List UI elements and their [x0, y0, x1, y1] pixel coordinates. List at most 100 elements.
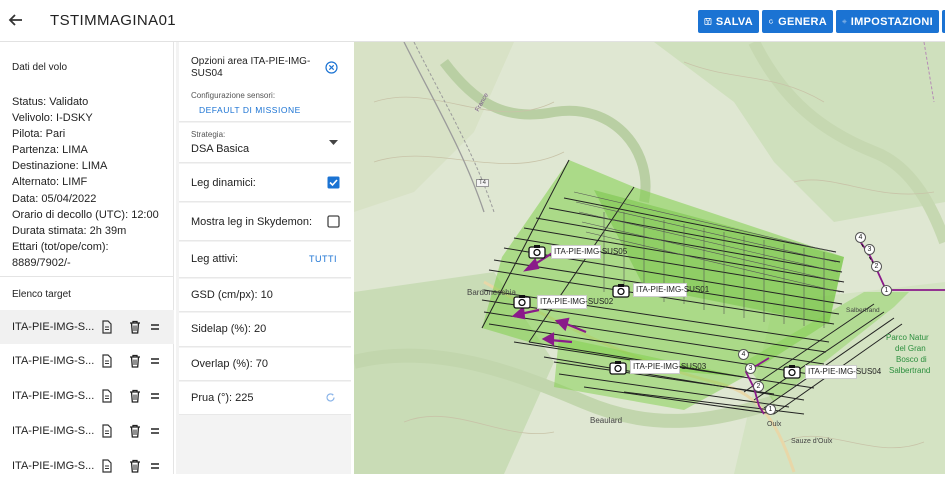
target-row[interactable]: ITA-PIE-IMG-S...	[0, 379, 174, 413]
active-legs-label: Leg attivi:	[191, 253, 239, 265]
drag-handle-icon[interactable]	[148, 320, 162, 334]
save-label: SALVA	[715, 15, 753, 28]
target-row[interactable]: ITA-PIE-IMG-S...	[0, 414, 174, 448]
waypoint-marker[interactable]: 2	[871, 261, 882, 272]
active-legs-row: Leg attivi: TUTTI	[179, 242, 351, 278]
gear-icon	[842, 19, 847, 24]
camera-icon[interactable]	[783, 364, 801, 379]
target-name: ITA-PIE-IMG-S...	[12, 321, 95, 333]
target-row[interactable]: ITA-PIE-IMG-S...	[0, 449, 174, 483]
road-label-t4: T4	[476, 179, 490, 187]
strategy-label: Strategia:	[191, 130, 226, 139]
document-icon[interactable]	[100, 424, 114, 438]
drag-handle-icon[interactable]	[148, 424, 162, 438]
sidelap-field[interactable]: Sidelap (%): 20	[179, 313, 351, 347]
area-label[interactable]: ITA-PIE-IMG-SUS04	[805, 365, 881, 379]
gsd-label: GSD (cm/px): 10	[191, 289, 273, 301]
map-view[interactable]: ITA-PIE-IMG-SUS05 ITA-PIE-IMG-SUS01 ITA-…	[354, 42, 945, 474]
camera-icon[interactable]	[609, 360, 627, 375]
place-label-oulx: Oulx	[767, 421, 782, 428]
flight-date: Data: 05/04/2022	[12, 192, 97, 205]
settings-button[interactable]: IMPOSTAZIONI	[836, 10, 939, 33]
target-name: ITA-PIE-IMG-S...	[12, 355, 95, 367]
flight-takeoff-time: Orario di decollo (UTC): 12:00	[12, 208, 159, 221]
flight-data-list: Status: Validato Velivolo: I-DSKY Pilota…	[12, 94, 159, 271]
area-label[interactable]: ITA-PIE-IMG-SUS05	[551, 245, 627, 259]
document-icon[interactable]	[100, 459, 114, 473]
park-label-line: Bosco di	[896, 355, 927, 364]
flight-data-heading: Dati del volo	[12, 62, 68, 73]
generate-label: GENERA	[778, 15, 827, 28]
strategy-value: DSA Basica	[191, 143, 250, 155]
strategy-select[interactable]: Strategia: DSA Basica	[179, 123, 351, 163]
target-name: ITA-PIE-IMG-S...	[12, 390, 95, 402]
left-panel: Dati del volo Status: Validato Velivolo:…	[0, 42, 174, 474]
trash-icon[interactable]	[128, 320, 142, 334]
target-name: ITA-PIE-IMG-S...	[12, 460, 95, 472]
waypoint-marker[interactable]: 4	[738, 349, 749, 360]
document-icon[interactable]	[100, 320, 114, 334]
drag-handle-icon[interactable]	[148, 459, 162, 473]
default-mission-link[interactable]: DEFAULT DI MISSIONE	[199, 105, 301, 115]
skydemon-label: Mostra leg in Skydemon:	[191, 216, 313, 228]
gsd-field[interactable]: GSD (cm/px): 10	[179, 279, 351, 312]
trash-icon[interactable]	[128, 354, 142, 368]
place-label-beaulard: Beaulard	[590, 416, 623, 425]
area-label[interactable]: ITA-PIE-IMG-SUS02	[537, 295, 613, 309]
document-icon[interactable]	[100, 354, 114, 368]
top-bar: TSTIMMAGINA01 SALVA GENERA IMPOSTAZIONI	[0, 0, 945, 42]
skydemon-checkbox[interactable]	[327, 215, 340, 228]
save-button[interactable]: SALVA	[698, 10, 759, 33]
camera-icon[interactable]	[612, 283, 630, 298]
reset-icon[interactable]	[325, 392, 336, 403]
place-label-salbertrand: Salbertrand	[846, 307, 880, 314]
close-circle-icon[interactable]	[325, 61, 338, 74]
generate-button[interactable]: GENERA	[762, 10, 833, 33]
park-label-line: Salbertrand	[889, 366, 931, 375]
trash-icon[interactable]	[128, 389, 142, 403]
drag-handle-icon[interactable]	[148, 354, 162, 368]
place-label-bardonecchia: Bardonecchia	[467, 288, 516, 297]
flight-hectares-value: 8889/7902/-	[12, 256, 71, 269]
back-arrow-icon[interactable]	[6, 10, 26, 30]
flight-aircraft: Velivolo: I-DSKY	[12, 112, 93, 125]
area-options-header: Opzioni area ITA-PIE-IMG-SUS04 Configura…	[179, 42, 351, 122]
heading-field[interactable]: Prua (°): 225	[179, 382, 351, 415]
waypoint-marker[interactable]: 3	[745, 363, 756, 374]
divider	[0, 276, 174, 277]
settings-label: IMPOSTAZIONI	[850, 15, 933, 28]
waypoint-marker[interactable]: 4	[855, 232, 866, 243]
area-label[interactable]: ITA-PIE-IMG-SUS01	[633, 283, 709, 297]
flight-destination: Destinazione: LIMA	[12, 160, 108, 173]
flight-hectares-label: Ettari (tot/ope/com):	[12, 240, 109, 253]
area-options-title: Opzioni area ITA-PIE-IMG-SUS04	[191, 56, 311, 79]
target-row[interactable]: ITA-PIE-IMG-S...	[0, 344, 174, 378]
waypoint-marker[interactable]: 1	[881, 285, 892, 296]
place-label-sauze: Sauze d'Oulx	[791, 438, 833, 445]
flight-departure: Partenza: LIMA	[12, 144, 88, 157]
dynamic-legs-checkbox[interactable]	[327, 176, 340, 189]
camera-icon[interactable]	[528, 244, 546, 259]
drag-handle-icon[interactable]	[148, 389, 162, 403]
document-icon[interactable]	[100, 389, 114, 403]
waypoint-marker[interactable]: 1	[765, 404, 776, 415]
area-options-panel: Opzioni area ITA-PIE-IMG-SUS04 Configura…	[176, 42, 351, 474]
targets-heading: Elenco target	[12, 289, 71, 300]
waypoint-marker[interactable]: 2	[753, 381, 764, 392]
heading-label: Prua (°): 225	[191, 392, 254, 404]
flight-duration: Durata stimata: 2h 39m	[12, 224, 127, 237]
flight-status: Status: Validato	[12, 96, 89, 108]
overlap-field[interactable]: Overlap (%): 70	[179, 348, 351, 381]
all-legs-link[interactable]: TUTTI	[309, 254, 337, 264]
waypoint-marker[interactable]: 3	[864, 244, 875, 255]
refresh-icon	[769, 19, 774, 24]
park-label-line: del Gran	[895, 344, 926, 353]
park-label-line: Parco Natur	[886, 333, 929, 342]
dynamic-legs-row: Leg dinamici:	[179, 164, 351, 202]
dynamic-legs-label: Leg dinamici:	[191, 177, 256, 189]
trash-icon[interactable]	[128, 459, 142, 473]
flight-pilot: Pilota: Pari	[12, 128, 66, 141]
target-row[interactable]: ITA-PIE-IMG-S...	[0, 310, 174, 344]
area-label[interactable]: ITA-PIE-IMG-SUS03	[630, 360, 706, 374]
trash-icon[interactable]	[128, 424, 142, 438]
